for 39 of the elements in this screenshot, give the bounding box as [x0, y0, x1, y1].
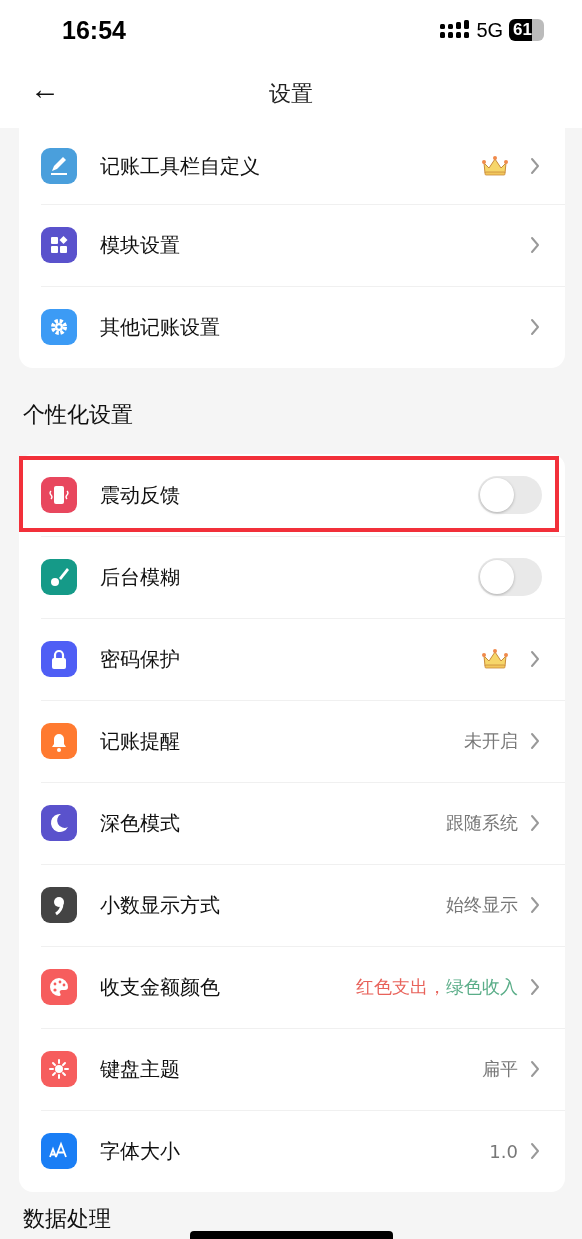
chevron-icon — [530, 814, 540, 832]
chevron-icon — [530, 732, 540, 750]
setting-value: 绿色收入 — [446, 975, 518, 999]
setting-value: 扁平 — [482, 1057, 518, 1081]
network-type: 5G — [476, 18, 504, 42]
setting-label[interactable]: 键盘主题 — [100, 1055, 482, 1083]
back-button[interactable]: ← — [26, 72, 64, 106]
setting-label[interactable]: 字体大小 — [100, 1137, 490, 1165]
signal-icon — [440, 20, 471, 40]
toggle-switch[interactable] — [478, 558, 542, 596]
setting-label[interactable]: 密码保护 — [100, 645, 482, 673]
chevron-icon — [530, 1142, 540, 1160]
chevron-icon — [530, 318, 540, 336]
chevron-icon — [530, 650, 540, 668]
setting-label[interactable]: 模块设置 — [100, 231, 518, 259]
setting-label[interactable]: 震动反馈 — [100, 481, 478, 509]
battery-level: 61 — [509, 19, 544, 41]
setting-value: 未开启 — [464, 729, 518, 753]
section-heading: 数据处理 — [23, 1206, 111, 1231]
chevron-icon — [530, 157, 540, 175]
setting-value: 始终显示 — [446, 893, 518, 917]
chevron-icon — [530, 1060, 540, 1078]
section-heading: 个性化设置 — [23, 402, 133, 427]
setting-label[interactable]: 记账工具栏自定义 — [100, 152, 482, 180]
chevron-icon — [530, 978, 540, 996]
setting-label[interactable]: 深色模式 — [100, 809, 446, 837]
setting-value: 1.0 — [489, 1140, 518, 1162]
status-time: 16:54 — [62, 15, 126, 45]
setting-label[interactable]: 收支金额颜色 — [100, 973, 356, 1001]
chevron-icon — [530, 236, 540, 254]
page-title: 设置 — [269, 80, 313, 108]
setting-label[interactable]: 后台模糊 — [100, 563, 478, 591]
setting-value: 红色支出， — [356, 975, 446, 999]
setting-label[interactable]: 小数显示方式 — [100, 891, 446, 919]
setting-label[interactable]: 记账提醒 — [100, 727, 464, 755]
chevron-icon — [530, 896, 540, 914]
setting-label[interactable]: 其他记账设置 — [100, 313, 518, 341]
toggle-switch[interactable] — [478, 476, 542, 514]
setting-value: 跟随系统 — [446, 811, 518, 835]
